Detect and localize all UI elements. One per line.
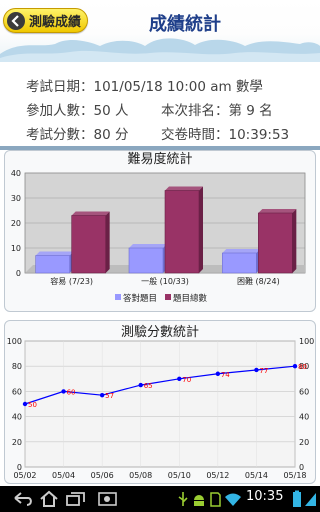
score-line-chart: 0 020 2040 4060 6080 80100 10005/02 05/04 05/06 0… (7, 337, 315, 480)
bar-total-top (165, 186, 203, 191)
legend-swatch-correct (115, 294, 121, 300)
bar-total (258, 212, 293, 274)
date-label: 考試日期： (26, 79, 94, 95)
score-chart-panel: 測驗分數統計 0 0 20 20 40 40 60 60 80 80 100 100 05/02 05/0… (4, 320, 316, 484)
data-point (138, 382, 143, 388)
data-point (292, 364, 298, 369)
header: 測驗成績 成績統計 (0, 0, 320, 62)
battery-icon (290, 490, 304, 512)
legend-label-total: 題目總數 (173, 293, 208, 304)
rank: 本次排名：第 9 名 (161, 99, 273, 119)
usb-icon (176, 490, 190, 512)
x-tick-label: 一般 (10/33) (141, 276, 189, 286)
participants-value: 50 人 (93, 103, 129, 119)
legend-swatch-total (165, 294, 171, 300)
data-label: 57 (105, 392, 114, 400)
submit-time: 交卷時間：10:39:53 (161, 123, 289, 143)
rank-value: 第 9 名 (228, 103, 273, 119)
data-point (99, 392, 105, 398)
data-label: 80 (298, 363, 307, 371)
info-row-date: 考試日期：101/05/18 10:00 am 數學 (26, 75, 263, 97)
clock: 10:35 (246, 489, 284, 504)
back-icon[interactable] (12, 490, 34, 512)
score-value: 80 分 (93, 127, 129, 143)
date-value: 101/05/18 10:00 am 數學 (93, 79, 263, 95)
x-tick-label: 容易 (7/23) (50, 276, 93, 286)
bar-total-side (292, 209, 297, 273)
bar-correct-top (35, 251, 74, 256)
home-icon[interactable] (38, 490, 60, 512)
data-point (177, 376, 182, 381)
bar-correct (222, 252, 257, 274)
arrow-left-icon (7, 11, 25, 30)
data-point (22, 401, 28, 407)
data-label: 70 (182, 376, 191, 384)
data-label: 77 (259, 367, 268, 375)
x-tick-label: 05/12 (206, 471, 229, 480)
bar-total-side (199, 186, 203, 273)
data-point (215, 371, 221, 376)
data-point (254, 367, 259, 373)
difficulty-chart-panel: 難易度統計 0 10 20 30 40 容易 (7/23) 一般 (10/33) 困難 (8/… (4, 150, 316, 312)
y-tick-label-left: 80 (12, 362, 22, 371)
bar-correct-top (129, 244, 167, 248)
x-tick-label: 05/06 (91, 471, 114, 480)
y-tick-label-left: 20 (12, 438, 22, 447)
score-label: 考試分數： (26, 127, 94, 143)
info-row-participants: 參加人數：50 人 本次排名：第 9 名 (26, 99, 273, 121)
y-tick-label-right: 20 (299, 438, 309, 447)
y-tick-label-right: 40 (299, 413, 309, 422)
bar-total-top (258, 209, 297, 213)
data-label: 50 (28, 401, 37, 409)
sd-card-icon (208, 490, 222, 512)
x-tick-label: 05/10 (168, 471, 191, 480)
bar-correct (128, 247, 164, 274)
bar-correct-top (222, 249, 261, 253)
x-tick-label: 困難 (8/24) (237, 276, 280, 286)
screenshot-icon[interactable] (96, 490, 120, 512)
x-tick-label: 05/04 (52, 471, 75, 480)
y-tick-label: 40 (11, 169, 21, 178)
y-tick-label-right: 60 (299, 387, 309, 396)
back-button[interactable]: 測驗成績 (3, 8, 88, 33)
bar-total-top (71, 211, 110, 216)
bar-correct (35, 255, 70, 274)
y-tick-label: 20 (11, 219, 21, 228)
x-tick-label: 05/08 (129, 471, 152, 480)
difficulty-bar-chart: 0 10 20 30 40 容易 (7/23) 一般 (10/33) 困難 (8/24) 答對題… (11, 169, 306, 304)
y-tick-label: 30 (11, 194, 21, 203)
plot-area (24, 340, 296, 468)
android-debug-icon (192, 490, 206, 512)
data-label: 74 (221, 371, 230, 379)
system-bar: 10:35 (0, 486, 320, 512)
y-tick-label-left: 60 (12, 387, 22, 396)
score-chart-title: 測驗分數統計 (120, 325, 199, 340)
y-tick-label: 10 (11, 244, 21, 253)
y-tick-label-left: 40 (12, 413, 22, 422)
y-tick-label: 0 (16, 269, 21, 278)
signal-icon (303, 490, 317, 512)
data-label: 65 (144, 382, 153, 390)
legend-label-correct: 答對題目 (123, 293, 157, 304)
bar-total (71, 215, 106, 274)
page-title: 成績統計 (149, 14, 221, 35)
x-tick-label: 05/02 (13, 471, 36, 480)
x-tick-label: 05/18 (283, 471, 306, 480)
bar-total (164, 190, 200, 274)
rank-label: 本次排名： (161, 103, 229, 119)
data-point (61, 389, 66, 394)
bar-total-side (105, 211, 110, 273)
back-button-label: 測驗成績 (29, 15, 82, 30)
data-label: 60 (67, 388, 76, 396)
wifi-icon (224, 490, 242, 512)
x-tick-label: 05/14 (245, 471, 268, 480)
submit-value: 10:39:53 (228, 127, 290, 143)
exam-info: 考試日期：101/05/18 10:00 am 數學 參加人數：50 人 本次排… (0, 68, 320, 148)
difficulty-chart-title: 難易度統計 (127, 152, 193, 167)
info-row-score: 考試分數：80 分 交卷時間：10:39:53 (26, 123, 289, 145)
participants-label: 參加人數： (26, 103, 94, 119)
recent-apps-icon[interactable] (64, 490, 88, 512)
app-screen: 測驗成績 成績統計 考試日期：101/05/18 10:00 am 數學 參加人… (0, 0, 320, 486)
submit-label: 交卷時間： (161, 127, 229, 143)
